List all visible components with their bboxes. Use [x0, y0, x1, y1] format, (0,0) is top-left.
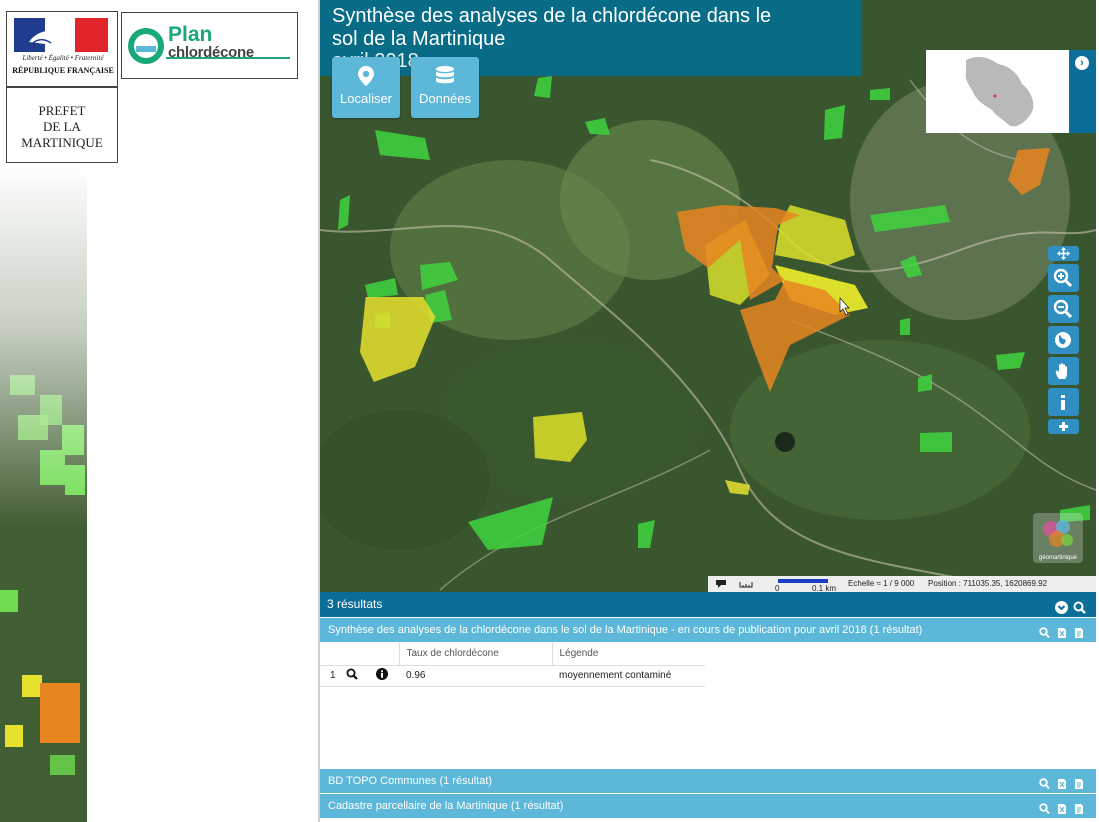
zoom-in-icon	[1053, 268, 1073, 288]
map-view[interactable]: Synthèse des analyses de la chlordécone …	[320, 0, 1096, 592]
header-info	[369, 643, 399, 666]
result-group-title: Cadastre parcellaire de la Martinique (1…	[328, 800, 564, 812]
ruler-icon[interactable]	[739, 579, 753, 589]
result-group-title: Synthèse des analyses de la chlordécone …	[328, 624, 923, 636]
donnees-button[interactable]: Données	[411, 57, 479, 118]
map-title: Synthèse des analyses de la chlordécone …	[332, 5, 772, 27]
header-zoom	[339, 643, 369, 666]
zoom-to-icon[interactable]	[1039, 803, 1050, 815]
scale-ratio: Echelle ≈ 1 / 9 000	[848, 579, 915, 588]
overview-toggle-button[interactable]: ›	[1069, 50, 1096, 133]
plan-chlordecone-logo: Plan chlordécone	[121, 12, 298, 79]
prefet-line: MARTINIQUE	[21, 135, 103, 150]
results-count: 3 résultats	[327, 597, 383, 611]
republique-francaise-logo: Liberté • Égalité • Fraternité RÉPUBLIQU…	[6, 11, 118, 87]
zoom-in-button[interactable]	[1048, 264, 1079, 292]
row-index: 1	[320, 665, 339, 687]
map-title-bar: Synthèse des analyses de la chlordécone …	[320, 0, 861, 76]
martinique-outline	[965, 57, 1034, 127]
move-arrows-icon	[1057, 247, 1070, 260]
map-preview-strip	[0, 165, 87, 822]
prefet-label: PREFET DE LA MARTINIQUE	[6, 87, 118, 163]
overview-map[interactable]: ›	[926, 50, 1096, 133]
localiser-button[interactable]: Localiser	[332, 57, 400, 118]
collapse-chevron-icon[interactable]	[1054, 601, 1068, 614]
scale-zero: 0	[775, 584, 780, 592]
row-zoom-cell[interactable]	[339, 665, 369, 687]
result-group-title: BD TOPO Communes (1 résultat)	[328, 775, 493, 787]
table-header-row: Taux de chlordécone Légende	[320, 643, 705, 666]
results-panel: 3 résultats Synthèse des analyses de la …	[320, 592, 1096, 822]
plus-icon	[1059, 422, 1068, 431]
map-navigation-toolbar	[1048, 246, 1079, 437]
header-index	[320, 643, 339, 666]
app-root: Liberté • Égalité • Fraternité RÉPUBLIQU…	[0, 0, 1099, 822]
database-icon	[436, 66, 454, 84]
search-icon[interactable]	[1073, 601, 1086, 614]
geomartinique-logo[interactable]: géomartinique	[1033, 513, 1083, 563]
pan-hand-button[interactable]	[1048, 357, 1079, 385]
row-taux: 0.96	[399, 665, 552, 687]
scale-rule	[778, 579, 828, 583]
map-title-date: avril 2018	[332, 50, 849, 73]
scale-bar: 0 0.1 km Echelle ≈ 1 / 9 000 Position : …	[708, 576, 1096, 592]
geomartinique-label: géomartinique	[1038, 555, 1078, 561]
row-info-cell[interactable]	[369, 665, 399, 687]
globe-icon	[1055, 332, 1071, 348]
header-legende[interactable]: Légende	[552, 643, 705, 666]
zoom-out-icon	[1053, 299, 1073, 319]
plan-logo-line2: chlordécone	[168, 44, 254, 61]
more-tools-button[interactable]	[1048, 419, 1079, 434]
result-group-cadastre[interactable]: Cadastre parcellaire de la Martinique (1…	[320, 794, 1096, 818]
row-zoom-icon[interactable]	[346, 668, 358, 680]
info-icon	[1061, 395, 1065, 410]
prefet-line: DE LA	[43, 119, 81, 134]
scale-distance: 0.1 km	[812, 584, 837, 592]
results-header: 3 résultats	[320, 592, 1096, 617]
gov-republic: RÉPUBLIQUE FRANÇAISE	[12, 66, 114, 75]
results-table: Taux de chlordécone Légende 1 0.96 moyen…	[320, 643, 705, 687]
measure-icon[interactable]	[714, 579, 728, 589]
export-excel-icon[interactable]	[1057, 778, 1067, 790]
export-excel-icon[interactable]	[1057, 803, 1067, 815]
donnees-label: Données	[418, 91, 472, 106]
table-row[interactable]: 1 0.96 moyennement contaminé	[320, 665, 705, 687]
chevron-right-icon: ›	[1075, 56, 1089, 70]
export-document-icon[interactable]	[1074, 803, 1084, 815]
map-title-line2: sol de la Martinique	[332, 28, 506, 50]
hand-icon	[1055, 363, 1067, 379]
export-document-icon[interactable]	[1074, 778, 1084, 790]
info-button[interactable]	[1048, 388, 1079, 416]
gov-motto: Liberté • Égalité • Fraternité	[22, 54, 104, 62]
zoom-out-button[interactable]	[1048, 295, 1079, 323]
pan-arrows-button[interactable]	[1048, 246, 1079, 261]
export-document-icon[interactable]	[1074, 627, 1084, 639]
prefet-line: PREFET	[38, 103, 86, 118]
zoom-to-icon[interactable]	[1039, 778, 1050, 790]
header-taux[interactable]: Taux de chlordécone	[398, 643, 553, 666]
row-legende: moyennement contaminé	[552, 665, 705, 687]
cursor-position: Position : 711035.35, 1620869.92	[928, 579, 1048, 588]
result-group-bdtopo[interactable]: BD TOPO Communes (1 résultat)	[320, 769, 1096, 793]
localiser-label: Localiser	[339, 91, 393, 106]
row-info-icon[interactable]	[376, 668, 388, 680]
left-panel: Liberté • Égalité • Fraternité RÉPUBLIQU…	[0, 0, 320, 822]
location-pin-icon	[358, 66, 374, 86]
result-group-chlordecone[interactable]: Synthèse des analyses de la chlordécone …	[320, 618, 1096, 642]
zoom-to-icon[interactable]	[1039, 627, 1050, 639]
export-excel-icon[interactable]	[1057, 627, 1067, 639]
full-extent-button[interactable]	[1048, 326, 1079, 354]
